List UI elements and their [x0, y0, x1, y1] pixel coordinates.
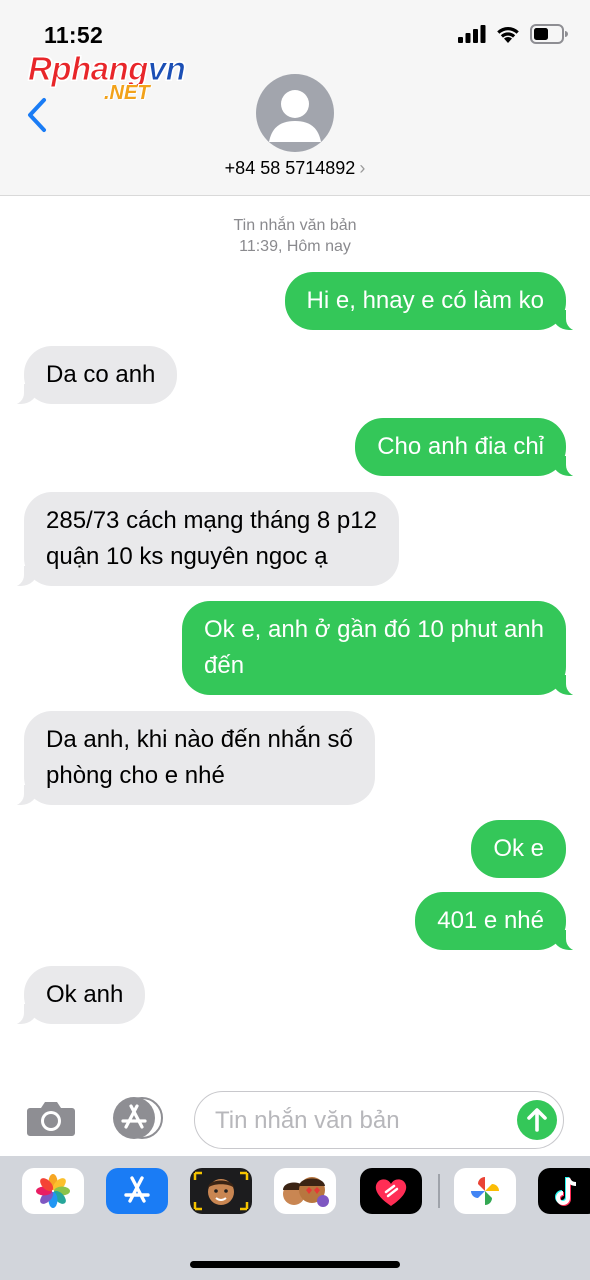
status-icons — [458, 24, 568, 44]
received-message[interactable]: Da anh, khi nào đến nhắn số phòng cho e … — [6, 711, 375, 806]
apps-button[interactable] — [108, 1096, 168, 1140]
stickers-faces-icon — [283, 1177, 329, 1207]
music-note-icon — [555, 1177, 577, 1206]
sent-message[interactable]: 401 e nhé — [415, 892, 584, 951]
camera-icon — [27, 1102, 75, 1136]
message-input[interactable] — [215, 1104, 505, 1138]
memoji-face-icon — [193, 1171, 249, 1211]
message-text: Da co anh — [46, 361, 156, 388]
wifi-icon — [497, 27, 519, 43]
app-drawer — [0, 1156, 590, 1280]
contact-number: +84 58 5714892 — [224, 158, 356, 178]
message-text: Cho anh đia chỉ — [377, 433, 544, 460]
pinwheel-icon — [471, 1177, 499, 1205]
send-button[interactable] — [517, 1100, 557, 1140]
message-text: Ok e — [493, 835, 544, 862]
status-time: 11:52 — [44, 22, 104, 48]
back-button[interactable] — [20, 94, 56, 136]
app-store-icon — [113, 1097, 163, 1139]
chevron-right-icon: › — [359, 158, 366, 178]
contact-avatar[interactable] — [256, 74, 334, 152]
arrow-up-icon — [527, 1108, 547, 1132]
message-text-line: Ok e, anh ở gần đó 10 phut anh — [204, 616, 544, 643]
timestamp-label: Tin nhắn văn bản — [233, 217, 357, 234]
received-message[interactable]: 285/73 cách mạng tháng 8 p12 quận 10 ks … — [6, 492, 399, 587]
conversation-header: 11:52 Rphangvn .NET +84 58 5714892 › — [0, 0, 590, 196]
heart-icon — [375, 1179, 407, 1206]
photos-flower-icon — [36, 1174, 70, 1208]
contact-name[interactable]: +84 58 5714892 › — [0, 158, 590, 179]
person-icon — [269, 90, 321, 142]
sent-message[interactable]: Ok e, anh ở gần đó 10 phut anh đến — [182, 601, 584, 696]
message-input-field[interactable] — [194, 1091, 564, 1149]
sent-message[interactable]: Cho anh đia chỉ — [355, 418, 584, 477]
battery-icon — [530, 24, 568, 44]
home-indicator[interactable] — [190, 1261, 400, 1268]
compose-bar — [0, 1082, 590, 1149]
chevron-left-icon — [28, 98, 46, 132]
animoji-stickers-icon[interactable] — [274, 1168, 336, 1214]
drawer-separator — [438, 1174, 440, 1208]
received-message[interactable]: Da co anh — [5, 346, 178, 405]
message-text-line: đến — [204, 652, 245, 679]
timestamp-time: 11:39, Hôm nay — [239, 238, 351, 255]
message-text: Hi e, hnay e có làm ko — [306, 287, 544, 314]
message-text-line: Da anh, khi nào đến nhắn số — [46, 726, 353, 753]
message-text-line: quận 10 ks nguyên ngoc ạ — [46, 543, 328, 570]
message-text-line: 285/73 cách mạng tháng 8 p12 — [46, 507, 377, 534]
digital-touch-icon[interactable] — [360, 1168, 422, 1214]
camera-button[interactable] — [26, 1100, 76, 1136]
message-text: 401 e nhé — [437, 907, 544, 934]
received-message[interactable]: Ok anh — [5, 966, 146, 1025]
signal-icon — [458, 25, 486, 43]
tiktok-icon[interactable] — [538, 1168, 590, 1214]
google-photos-icon[interactable] — [454, 1168, 516, 1214]
memoji-icon[interactable] — [190, 1168, 252, 1214]
sent-message[interactable]: Ok e — [471, 820, 566, 878]
photos-app-icon[interactable] — [22, 1168, 84, 1214]
app-store-a-icon — [124, 1176, 150, 1203]
sent-message[interactable]: Hi e, hnay e có làm ko — [284, 272, 585, 331]
watermark-subtitle: .NET — [104, 82, 150, 104]
message-text-line: phòng cho e nhé — [46, 762, 225, 789]
app-store-app-icon[interactable] — [106, 1168, 168, 1214]
message-text: Ok anh — [46, 981, 124, 1008]
